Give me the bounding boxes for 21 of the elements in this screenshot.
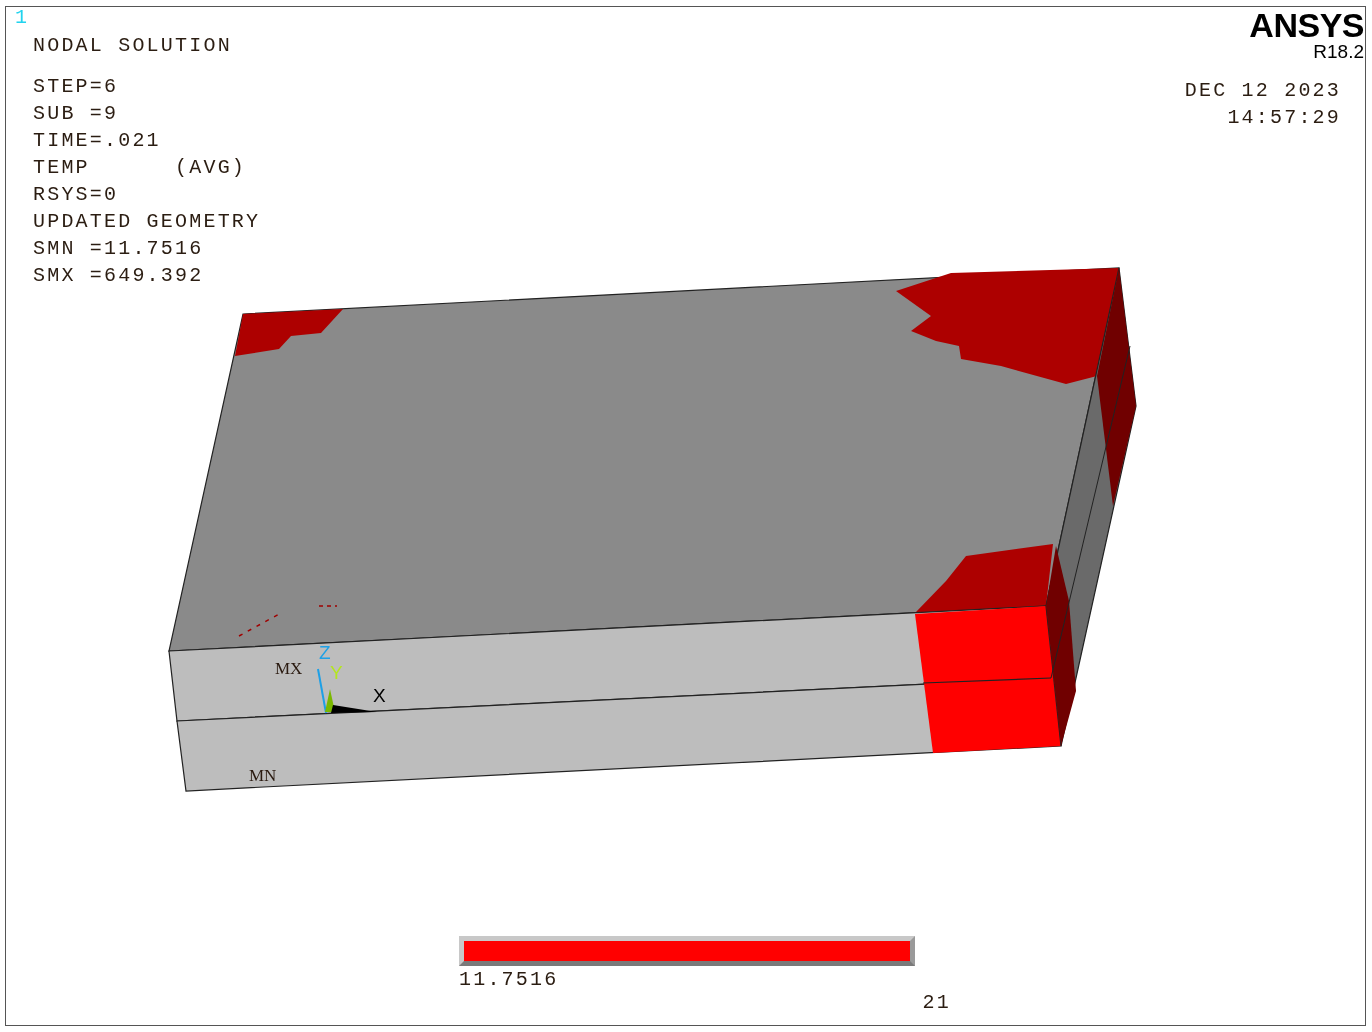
axis-label: X [373,685,386,706]
window-number: 1 [15,7,28,29]
plot-time: 14:57:29 [1227,105,1341,131]
axis-label: Y [330,662,343,683]
info-line: STEP=6 [33,74,120,100]
legend-max-label: 21 [922,990,951,1016]
extreme-marker-label: MX [275,659,303,678]
info-line: TIME=.021 [33,128,162,154]
legend-min-label: 11.7516 [459,967,559,993]
axis-label: Z [319,642,331,663]
info-line: SMX =649.392 [33,263,205,289]
extreme-marker-label: MN [249,766,277,785]
plot-title: NODAL SOLUTION [33,33,233,59]
info-line: SMN =11.7516 [33,236,205,262]
logo: ANSYS [1249,8,1364,42]
info-line: UPDATED GEOMETRY [33,209,261,235]
version: R18.2 [1313,42,1364,62]
info-line: SUB =9 [33,101,120,127]
info-line: RSYS=0 [33,182,120,208]
plot-date: DEC 12 2023 [1184,78,1341,104]
info-line: TEMP (AVG) [33,155,248,181]
